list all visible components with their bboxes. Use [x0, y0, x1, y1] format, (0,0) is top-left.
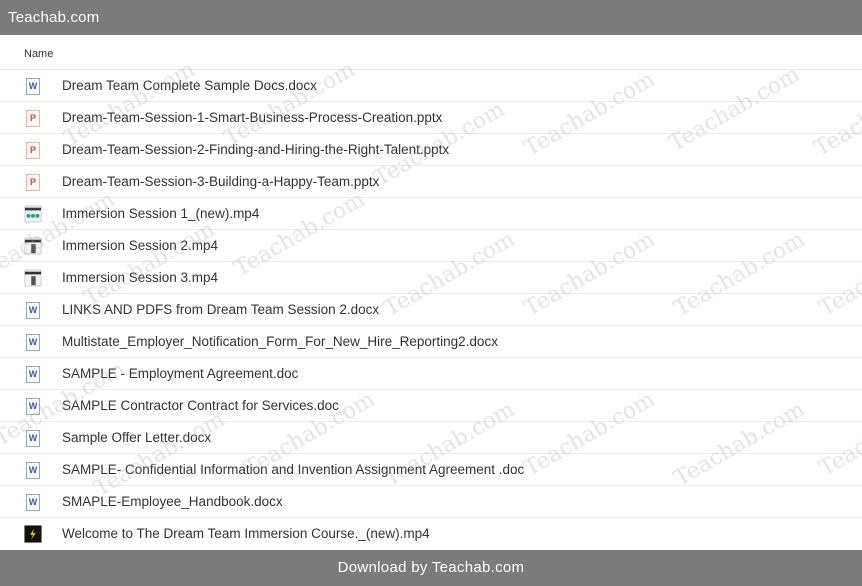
video-thumbnail [24, 205, 42, 223]
file-row[interactable]: W SMAPLE-Employee_Handbook.docx [0, 486, 862, 518]
file-name: LINKS AND PDFS from Dream Team Session 2… [62, 302, 380, 317]
file-row[interactable]: W Dream Team Complete Sample Docs.docx [0, 70, 862, 102]
video-thumbnail [24, 525, 42, 543]
file-name: Dream-Team-Session-1-Smart-Business-Proc… [62, 110, 443, 125]
video-thumbnail-icon [24, 236, 42, 256]
file-name: SMAPLE-Employee_Handbook.docx [62, 494, 283, 509]
file-row[interactable]: Immersion Session 1_(new).mp4 [0, 198, 862, 230]
file-type-glyph: P [26, 173, 40, 191]
file-type-glyph: W [26, 429, 40, 447]
file-name: SAMPLE - Employment Agreement.doc [62, 366, 299, 381]
word-doc-icon: W [24, 460, 42, 480]
file-name: Immersion Session 2.mp4 [62, 238, 219, 253]
site-title: Teachab.com [8, 9, 100, 26]
column-header-name[interactable]: Name [0, 35, 862, 70]
word-doc-icon: W [24, 492, 42, 512]
file-row[interactable]: Welcome to The Dream Team Immersion Cour… [0, 518, 862, 549]
file-name: Welcome to The Dream Team Immersion Cour… [62, 526, 430, 541]
powerpoint-icon: P [24, 140, 42, 160]
file-row[interactable]: Immersion Session 2.mp4 [0, 230, 862, 262]
word-doc-icon: W [24, 364, 42, 384]
site-title-bar: Teachab.com [0, 0, 862, 35]
download-footer: Download by Teachab.com [0, 550, 862, 586]
file-name: Dream Team Complete Sample Docs.docx [62, 78, 317, 93]
video-thumbnail [24, 237, 42, 255]
file-name: Immersion Session 3.mp4 [62, 270, 219, 285]
file-row[interactable]: P Dream-Team-Session-1-Smart-Business-Pro… [0, 102, 862, 134]
file-row[interactable]: W LINKS AND PDFS from Dream Team Session … [0, 294, 862, 326]
file-type-glyph: P [26, 141, 40, 159]
word-doc-icon: W [24, 428, 42, 448]
file-name: Dream-Team-Session-2-Finding-and-Hiring-… [62, 142, 450, 157]
file-name: SAMPLE- Confidential Information and Inv… [62, 462, 525, 477]
file-name: Multistate_Employer_Notification_Form_Fo… [62, 334, 498, 349]
file-rows: W Dream Team Complete Sample Docs.docx P Dr… [0, 70, 862, 549]
file-row[interactable]: W SAMPLE Contractor Contract for Services… [0, 390, 862, 422]
file-list: Name W Dream Team Complete Sample Docs.do… [0, 35, 862, 549]
footer-text: Download by Teachab.com [337, 559, 525, 576]
word-doc-icon: W [24, 396, 42, 416]
file-row[interactable]: W SAMPLE - Employment Agreement.doc [0, 358, 862, 390]
file-row[interactable]: P Dream-Team-Session-2-Finding-and-Hiring… [0, 134, 862, 166]
word-doc-icon: W [24, 76, 42, 96]
powerpoint-icon: P [24, 172, 42, 192]
file-type-glyph: W [26, 333, 40, 351]
file-row[interactable]: P Dream-Team-Session-3-Building-a-Happy-T… [0, 166, 862, 198]
file-name: Sample Offer Letter.docx [62, 430, 212, 445]
video-thumbnail-icon [24, 204, 42, 224]
word-doc-icon: W [24, 300, 42, 320]
file-name: SAMPLE Contractor Contract for Services.… [62, 398, 339, 413]
column-header-label: Name [24, 48, 54, 60]
file-type-glyph: W [26, 365, 40, 383]
file-type-glyph: W [26, 77, 40, 95]
file-name: Immersion Session 1_(new).mp4 [62, 206, 260, 221]
file-name: Dream-Team-Session-3-Building-a-Happy-Te… [62, 174, 380, 189]
file-type-glyph: W [26, 493, 40, 511]
file-row[interactable]: W Multistate_Employer_Notification_Form_F… [0, 326, 862, 358]
video-thumbnail-icon [24, 268, 42, 288]
file-type-glyph: W [26, 301, 40, 319]
video-thumbnail [24, 269, 42, 287]
video-thumbnail-icon [24, 524, 42, 544]
file-type-glyph: P [26, 109, 40, 127]
file-type-glyph: W [26, 461, 40, 479]
file-row[interactable]: Immersion Session 3.mp4 [0, 262, 862, 294]
file-type-glyph: W [26, 397, 40, 415]
file-row[interactable]: W Sample Offer Letter.docx [0, 422, 862, 454]
powerpoint-icon: P [24, 108, 42, 128]
word-doc-icon: W [24, 332, 42, 352]
file-row[interactable]: W SAMPLE- Confidential Information and In… [0, 454, 862, 486]
